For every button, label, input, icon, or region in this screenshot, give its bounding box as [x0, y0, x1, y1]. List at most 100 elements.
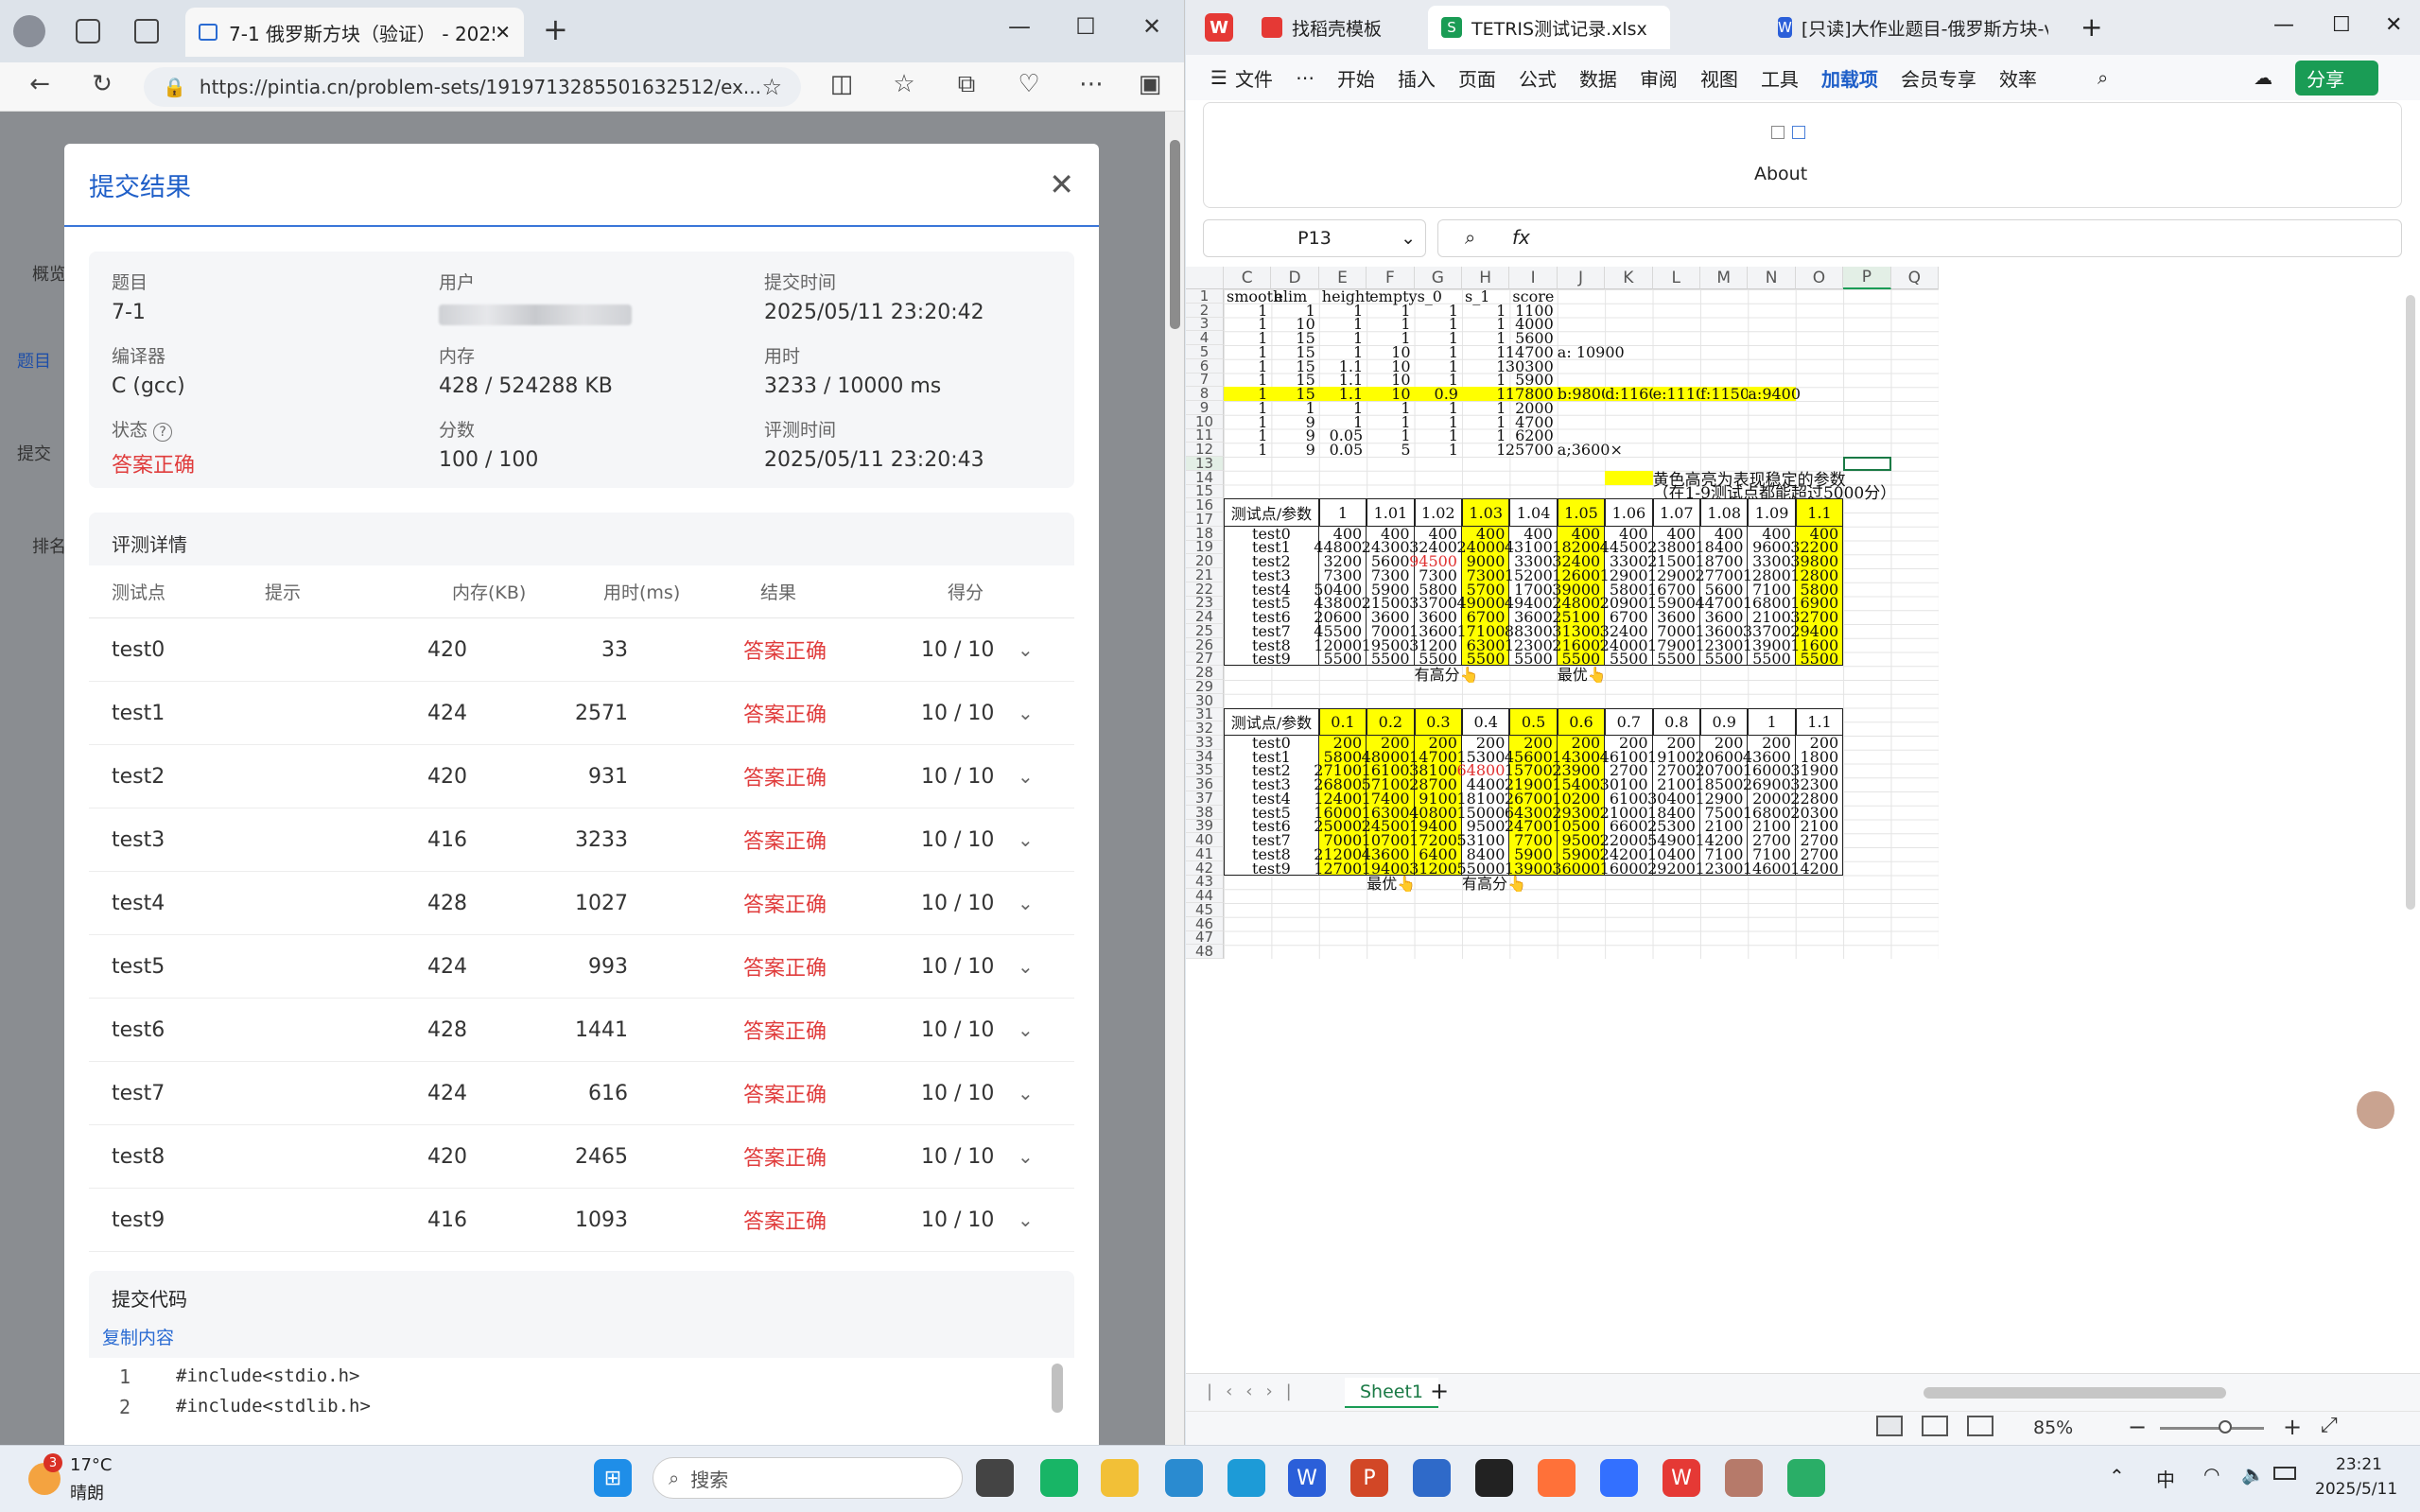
value-cell[interactable]: 1 [1224, 441, 1271, 459]
score-cell[interactable]: 16000 [1600, 860, 1653, 878]
tray-chevron-icon[interactable]: ⌃ [2109, 1465, 2125, 1487]
taskbar-search[interactable]: ⌕ 搜索 [653, 1457, 963, 1499]
param-header[interactable]: 1.06 [1605, 498, 1653, 527]
battery-icon[interactable] [2273, 1467, 2296, 1480]
score-cell[interactable]: 5500 [1748, 650, 1796, 668]
expand-chevron-icon[interactable]: ⌄ [1018, 935, 1034, 998]
column-header[interactable]: I [1509, 267, 1558, 289]
judge-row[interactable]: test0 420 33 答案正确 10 / 10 ⌄ [89, 618, 1074, 682]
zoom-in-button[interactable]: + [2283, 1414, 2302, 1440]
page-scrollbar[interactable] [1165, 112, 1184, 1445]
column-header[interactable]: P [1843, 267, 1891, 289]
column-header[interactable]: M [1700, 267, 1749, 289]
zoom-level[interactable]: 85% [2033, 1417, 2073, 1438]
value-cell[interactable]: 25700 [1506, 441, 1557, 459]
score-cell[interactable]: 12700 [1314, 860, 1367, 878]
judge-row[interactable]: test4 428 1027 答案正确 10 / 10 ⌄ [89, 872, 1074, 935]
active-cell[interactable] [1843, 457, 1891, 471]
score-cell[interactable]: 5500 [1700, 650, 1749, 668]
expand-chevron-icon[interactable]: ⌄ [1018, 618, 1034, 681]
column-header[interactable]: J [1557, 267, 1606, 289]
note-cell[interactable]: b:9800 [1557, 385, 1610, 403]
score-cell[interactable]: 14600 [1743, 860, 1796, 878]
column-header[interactable]: C [1224, 267, 1272, 289]
share-button[interactable]: 分享 [2295, 60, 2379, 96]
param-header[interactable]: 0.9 [1700, 707, 1749, 736]
hamburger-icon[interactable]: ☰ [1210, 66, 1227, 89]
menu-review[interactable]: 审阅 [1640, 64, 1678, 92]
param-header[interactable]: 1 [1748, 707, 1796, 736]
param-header[interactable]: 1.1 [1795, 498, 1844, 527]
note-cell[interactable]: e:11100 [1652, 385, 1715, 403]
back-arrow-icon[interactable]: ← [21, 70, 59, 98]
feishu-icon[interactable] [1600, 1459, 1638, 1497]
judge-row[interactable]: test3 416 3233 答案正确 10 / 10 ⌄ [89, 808, 1074, 872]
view-normal-icon[interactable] [1876, 1416, 1903, 1436]
name-box[interactable]: P13 ⌄ [1203, 219, 1426, 257]
split-screen-icon[interactable]: ◫ [823, 70, 861, 98]
extensions-icon[interactable]: ♡ [1010, 70, 1048, 98]
search-icon[interactable]: ⌕ [2098, 66, 2108, 89]
param-header[interactable]: 0.6 [1557, 707, 1606, 736]
more-menu-icon[interactable]: ⋯ [1072, 70, 1110, 98]
column-header[interactable]: N [1748, 267, 1796, 289]
score-cell[interactable]: 5500 [1367, 650, 1415, 668]
column-header[interactable]: D [1271, 267, 1319, 289]
note-cell[interactable]: a:9400 [1748, 385, 1801, 403]
profile-icon[interactable] [13, 15, 45, 47]
edge-dev-icon[interactable] [1227, 1459, 1265, 1497]
word-icon[interactable]: W [1288, 1459, 1326, 1497]
menu-data[interactable]: 数据 [1579, 64, 1617, 92]
note-cell[interactable]: f:11500 [1700, 385, 1759, 403]
param-header[interactable]: 1.03 [1462, 498, 1510, 527]
param-header[interactable]: 0.4 [1462, 707, 1510, 736]
score-cell[interactable]: 29200 [1647, 860, 1700, 878]
param-header[interactable]: 0.5 [1509, 707, 1558, 736]
score-cell[interactable]: 12300 [1695, 860, 1749, 878]
new-tab-button[interactable]: + [543, 11, 568, 47]
view-page-icon[interactable] [1967, 1416, 1993, 1436]
score-cell[interactable]: 5500 [1795, 650, 1844, 668]
param-header[interactable]: 1.1 [1795, 707, 1844, 736]
task-view-icon[interactable] [976, 1459, 1014, 1497]
menu-efficiency[interactable]: 效率 [1999, 64, 2037, 92]
tab-actions-icon[interactable] [134, 19, 159, 43]
wechat-icon[interactable] [1787, 1459, 1825, 1497]
select-all-corner[interactable] [1186, 267, 1224, 289]
judge-row[interactable]: test8 420 2465 答案正确 10 / 10 ⌄ [89, 1125, 1074, 1189]
view-split-icon[interactable] [1922, 1416, 1948, 1436]
tab-close-icon[interactable]: ✕ [495, 21, 511, 43]
score-cell[interactable]: 31200 [1409, 860, 1462, 878]
expand-chevron-icon[interactable]: ⌄ [1018, 1189, 1034, 1251]
param-header[interactable]: 0.7 [1605, 707, 1653, 736]
favorites-icon[interactable]: ☆ [885, 70, 923, 98]
zoom-icon[interactable]: ⌕ [1465, 226, 1475, 249]
wifi-icon[interactable]: ◠ [2203, 1463, 2220, 1486]
score-cell[interactable]: 36000 [1552, 860, 1606, 878]
expand-chevron-icon[interactable]: ⌄ [1018, 808, 1034, 871]
judge-row[interactable]: test7 424 616 答案正确 10 / 10 ⌄ [89, 1062, 1074, 1125]
spreadsheet-grid[interactable]: C D E F G H I J K L M N O P Q 1 2 3 4 5 6 7 8 9 10 11 12 13 14 15 16 17… [1186, 267, 2420, 1369]
menu-tools[interactable]: 工具 [1761, 64, 1799, 92]
score-cell[interactable]: 5500 [1318, 650, 1367, 668]
clock-time[interactable]: 23:21 [2336, 1455, 2382, 1474]
vertical-scrollbar[interactable] [2406, 295, 2415, 910]
code-scrollbar[interactable] [1052, 1364, 1063, 1413]
close-window-button[interactable]: ✕ [1133, 13, 1171, 40]
column-header[interactable]: L [1652, 267, 1700, 289]
param-header[interactable]: 1.02 [1414, 498, 1462, 527]
copy-code-link[interactable]: 复制内容 [102, 1324, 174, 1349]
fx-icon[interactable]: fx [1512, 226, 1530, 249]
judge-row[interactable]: test1 424 2571 答案正确 10 / 10 ⌄ [89, 682, 1074, 745]
help-icon[interactable]: ? [153, 423, 173, 442]
param-table-corner[interactable]: 测试点/参数 [1224, 498, 1319, 527]
value-cell[interactable]: 0.05 [1319, 441, 1367, 459]
value-cell[interactable]: 1 [1415, 441, 1462, 459]
sidebar-toggle-icon[interactable]: ▣ [1131, 70, 1169, 98]
menu-more-icon[interactable]: ⋯ [1296, 66, 1314, 89]
address-bar[interactable]: 🔒 https://pintia.cn/problem-sets/1919713… [144, 67, 801, 107]
param-header[interactable]: 1.05 [1557, 498, 1606, 527]
menu-addins[interactable]: 加载项 [1821, 64, 1878, 92]
expand-chevron-icon[interactable]: ⌄ [1018, 872, 1034, 934]
column-header[interactable]: F [1367, 267, 1415, 289]
